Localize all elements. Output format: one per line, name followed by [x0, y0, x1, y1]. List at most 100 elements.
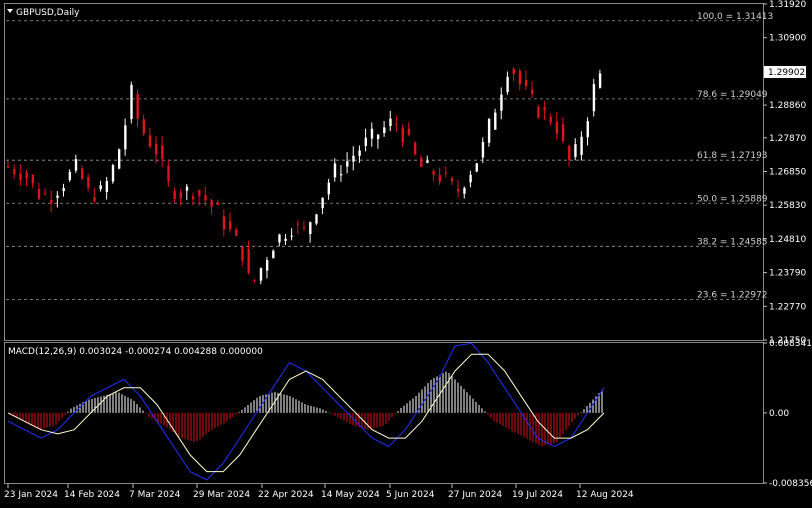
candle-bull	[580, 136, 583, 155]
candle-bear	[191, 196, 195, 200]
date-tick-label: 14 May 2024	[321, 490, 380, 500]
candle-bull	[586, 121, 589, 138]
date-tick-label: 14 Feb 2024	[64, 490, 120, 500]
candle-bear	[555, 121, 559, 134]
candle-bear	[198, 190, 201, 196]
candle-bear	[432, 170, 435, 175]
candle-bear	[413, 142, 417, 155]
candle-bull	[278, 234, 281, 243]
macd-line	[7, 342, 605, 481]
candle-bull	[99, 185, 102, 190]
candle-bull	[265, 259, 269, 271]
candle-bull	[358, 150, 361, 156]
candle-bull	[105, 181, 109, 192]
candle-bull	[487, 118, 491, 143]
candle-bull	[111, 165, 115, 182]
candle-bear	[161, 145, 164, 159]
candle-bear	[216, 202, 220, 205]
candle-bear	[302, 227, 306, 229]
candle-bear	[25, 172, 28, 179]
collapse-triangle-icon[interactable]	[7, 9, 13, 13]
candle-bear	[512, 68, 515, 74]
candle-bear	[537, 106, 540, 118]
candle-bull	[284, 238, 287, 241]
candle-bear	[524, 80, 528, 87]
candle-bear	[543, 107, 546, 111]
candle-bull	[370, 128, 374, 139]
candle-bear	[228, 221, 232, 230]
price-tick-label: 1.26850	[769, 168, 806, 178]
date-tick-label: 7 Mar 2024	[129, 490, 181, 500]
candle-bear	[253, 279, 257, 281]
price-tick-label: 1.31920	[769, 0, 806, 10]
fibonacci-label: 78.6 = 1.29049	[697, 90, 768, 100]
symbol-label: GBPUSD,Daily	[16, 8, 80, 18]
candle-bull	[389, 118, 392, 127]
price-panel-frame	[4, 3, 764, 341]
candle-bear	[395, 124, 398, 126]
candle-bear	[13, 169, 16, 175]
price-tick-label: 1.24810	[769, 235, 806, 245]
candle-bear	[241, 246, 244, 261]
chart-window[interactable]: 100.0 = 1.31413 78.6 = 1.29049 61.8 = 1.27…	[0, 0, 812, 504]
price-tick-label: 1.27870	[769, 134, 806, 144]
fibonacci-label: 61.8 = 1.27193	[697, 151, 768, 161]
candle-bear	[450, 178, 454, 182]
price-axis: 1.31920 1.30900 1.28860 1.27870 1.26850 1.258…	[763, 0, 806, 346]
candle-bear	[210, 199, 213, 207]
candle-bull	[598, 73, 602, 88]
candle-bull	[68, 171, 72, 181]
chart-canvas[interactable]: 100.0 = 1.31413 78.6 = 1.29049 61.8 = 1.27…	[0, 0, 812, 504]
candle-bear	[37, 188, 41, 199]
candle-bull	[592, 84, 596, 112]
fibonacci-label: 23.6 = 1.22972	[697, 291, 768, 301]
candle-bull	[352, 155, 355, 162]
date-tick-label: 19 Jul 2024	[512, 490, 563, 500]
fibonacci-label: 38.2 = 1.24585	[697, 237, 768, 247]
macd-axis: 0.008341 0.00 -0.008356	[763, 339, 812, 489]
date-tick-label: 5 Jun 2024	[386, 490, 435, 500]
current-price-value: 1.29902	[768, 68, 805, 78]
candle-bear	[148, 135, 152, 147]
candle-bull	[327, 182, 331, 195]
candle-bear	[407, 128, 411, 135]
candle-bull	[469, 174, 472, 183]
fibonacci-label: 100.0 = 1.31413	[697, 12, 773, 22]
candle-bear	[531, 89, 534, 94]
candle-bull	[475, 163, 478, 172]
candle-bear	[50, 199, 53, 204]
candle-bull	[124, 125, 127, 150]
candle-bear	[7, 166, 10, 168]
candle-bull	[426, 160, 429, 163]
candle-bull	[574, 144, 577, 158]
candle-bear	[43, 192, 47, 194]
candle-bull	[290, 235, 294, 237]
candle-bull	[463, 187, 466, 194]
candle-bull	[185, 186, 189, 191]
fibonacci-label: 50.0 = 1.25889	[697, 194, 768, 204]
macd-signal-line	[7, 353, 605, 473]
date-tick-label: 29 Mar 2024	[193, 490, 250, 500]
candle-bull	[333, 163, 337, 178]
candle-bull	[364, 137, 367, 146]
candle-bull	[309, 222, 312, 235]
candle-bull	[346, 161, 349, 167]
candle-bear	[179, 192, 183, 199]
price-tick-label: 1.30900	[769, 34, 806, 44]
macd-panel-frame	[4, 342, 764, 484]
price-tick-label: 1.28860	[769, 101, 806, 111]
candle-bear	[401, 128, 404, 143]
candle-bull	[500, 94, 503, 111]
candle-bull	[62, 187, 65, 192]
candle-bear	[31, 174, 35, 184]
candle-bull	[321, 197, 324, 209]
candle-bear	[549, 117, 552, 123]
candle-bull	[315, 214, 318, 224]
candle-bear	[222, 216, 226, 230]
candlestick-series	[7, 66, 602, 285]
candle-bull	[339, 174, 343, 176]
candle-bull	[481, 141, 485, 158]
candle-bear	[518, 70, 522, 85]
candle-bear	[457, 188, 460, 192]
candle-bear	[167, 165, 170, 182]
